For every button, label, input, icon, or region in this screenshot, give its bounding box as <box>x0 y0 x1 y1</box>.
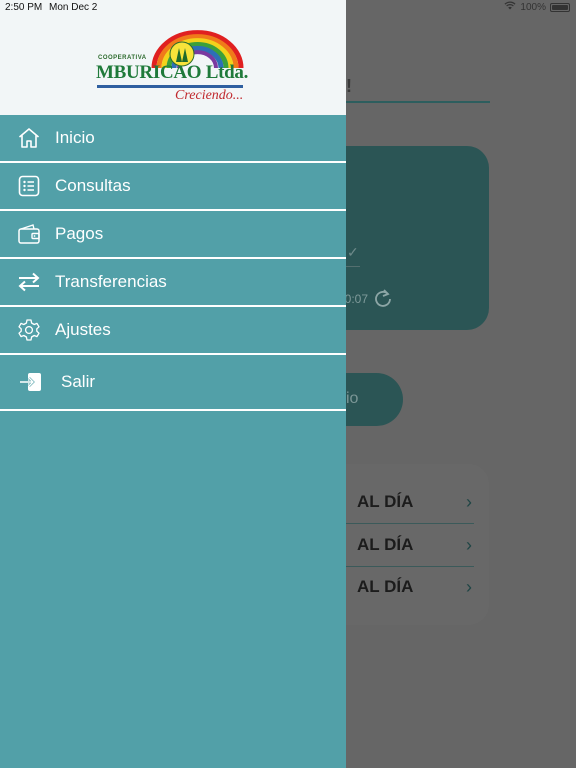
list-icon <box>17 174 41 198</box>
drawer-header: COOPERATIVA MBURICAO Ltda. Creciendo... <box>0 0 346 115</box>
list-divider <box>346 523 474 524</box>
chevron-right-icon: › <box>466 491 472 512</box>
list-item: AL DÍA › <box>346 482 474 522</box>
list-item-status: AL DÍA <box>357 535 414 554</box>
background-title-fragment: ! <box>346 76 352 96</box>
menu-item-label: Ajustes <box>55 320 111 339</box>
gear-icon <box>17 318 41 342</box>
logo-cooperativa-text: COOPERATIVA <box>98 55 147 61</box>
menu-item-inicio[interactable]: Inicio <box>0 115 346 163</box>
menu-item-ajustes[interactable]: Ajustes <box>0 307 346 355</box>
transfer-icon <box>17 270 41 294</box>
wifi-icon <box>504 1 516 13</box>
drawer-menu: Inicio Consultas Pagos Transferencias Aj… <box>0 115 346 411</box>
navigation-drawer: COOPERATIVA MBURICAO Ltda. Creciendo... … <box>0 0 346 768</box>
status-bar: 2:50 PM Mon Dec 2 100% <box>0 0 576 16</box>
logo-name: MBURICAO Ltda. <box>96 62 249 83</box>
battery-percent: 100% <box>520 1 546 13</box>
list-item: AL DÍA › <box>346 567 474 607</box>
status-date: Mon Dec 2 <box>49 2 98 13</box>
list-item-status: AL DÍA <box>357 577 414 596</box>
menu-item-consultas[interactable]: Consultas <box>0 163 346 211</box>
list-item-status: AL DÍA <box>357 492 414 511</box>
menu-item-label: Salir <box>61 372 96 391</box>
menu-item-transferencias[interactable]: Transferencias <box>0 259 346 307</box>
background-card-divider <box>346 266 360 267</box>
menu-item-label: Inicio <box>55 128 95 147</box>
menu-item-label: Transferencias <box>55 272 167 291</box>
menu-item-label: Pagos <box>55 224 104 243</box>
logo-slogan: Creciendo... <box>175 88 244 103</box>
chevron-right-icon: › <box>466 534 472 555</box>
visibility-icon: ✓ <box>347 244 359 260</box>
menu-item-label: Consultas <box>55 176 131 195</box>
status-indicators: 100% <box>504 1 570 13</box>
status-time: 2:50 PM <box>5 2 43 13</box>
menu-item-salir[interactable]: Salir <box>0 355 346 411</box>
background-action-label: io <box>346 390 359 407</box>
home-icon <box>17 126 41 150</box>
wallet-icon <box>17 222 41 246</box>
background-title-underline <box>346 101 490 103</box>
chevron-right-icon: › <box>466 576 472 597</box>
battery-icon <box>550 2 570 12</box>
menu-item-pagos[interactable]: Pagos <box>0 211 346 259</box>
refresh-icon <box>373 288 393 313</box>
logout-icon <box>19 370 43 394</box>
list-item: AL DÍA › <box>346 525 474 565</box>
